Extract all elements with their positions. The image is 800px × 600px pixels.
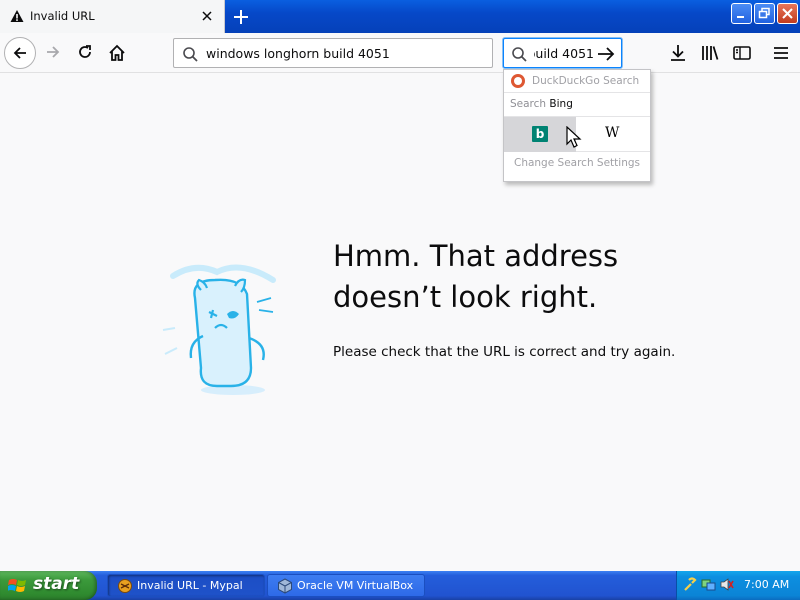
wikipedia-icon: W bbox=[605, 125, 620, 141]
search-icon bbox=[512, 47, 527, 62]
close-window-button[interactable] bbox=[777, 3, 798, 24]
start-button[interactable]: start bbox=[0, 571, 97, 600]
mouse-cursor-icon bbox=[566, 126, 582, 148]
restore-icon bbox=[758, 7, 770, 19]
tray-volume-icon[interactable] bbox=[719, 577, 734, 592]
wikipedia-engine-button[interactable]: W bbox=[577, 117, 650, 152]
error-title: Hmm. That address doesn’t look right. bbox=[333, 239, 619, 314]
search-icon bbox=[183, 47, 198, 62]
restore-button[interactable] bbox=[754, 3, 775, 24]
go-arrow-icon[interactable] bbox=[596, 44, 616, 64]
reload-icon bbox=[79, 45, 91, 58]
minimize-button[interactable] bbox=[731, 3, 752, 24]
bing-icon: b bbox=[532, 126, 548, 142]
taskbar-item-virtualbox[interactable]: Oracle VM VirtualBox bbox=[267, 574, 425, 597]
sidebar-icon[interactable] bbox=[731, 42, 753, 64]
home-icon bbox=[109, 44, 125, 61]
warning-icon bbox=[10, 10, 24, 22]
arrow-left-icon bbox=[13, 47, 26, 59]
duckduckgo-search-label: DuckDuckGo Search bbox=[532, 75, 640, 87]
arrow-right-icon bbox=[47, 46, 60, 58]
forward-button[interactable] bbox=[39, 38, 69, 68]
start-label: start bbox=[33, 574, 80, 594]
duckduckgo-search-row[interactable]: DuckDuckGo Search bbox=[504, 70, 650, 93]
mypal-icon bbox=[118, 579, 132, 593]
reload-button[interactable] bbox=[71, 38, 101, 68]
menu-icon[interactable] bbox=[770, 42, 792, 64]
windows-logo-icon bbox=[8, 579, 26, 592]
taskbar-item-mypal[interactable]: Invalid URL - Mypal bbox=[107, 574, 265, 597]
virtualbox-icon bbox=[278, 578, 292, 594]
url-text: windows longhorn build 4051 bbox=[206, 46, 390, 61]
taskbar: start Invalid URL - Mypal Oracle VM Virt… bbox=[0, 571, 800, 600]
confused-dino-illustration bbox=[162, 264, 276, 395]
search-with-engine: Bing bbox=[549, 98, 573, 110]
clock: 7:00 AM bbox=[744, 578, 790, 591]
error-description: Please check that the URL is correct and… bbox=[333, 344, 676, 360]
close-icon bbox=[782, 8, 793, 19]
duckduckgo-icon bbox=[511, 74, 525, 88]
tab-invalid-url[interactable]: Invalid URL bbox=[0, 0, 225, 33]
taskbar-item-label: Invalid URL - Mypal bbox=[137, 579, 243, 592]
new-tab-icon[interactable] bbox=[231, 7, 251, 27]
minimize-icon bbox=[737, 16, 744, 18]
search-with-prefix: Search bbox=[510, 98, 547, 110]
change-search-settings[interactable]: Change Search Settings bbox=[504, 157, 650, 169]
library-icon[interactable] bbox=[699, 42, 721, 64]
search-with-label: Search Bing bbox=[510, 98, 573, 110]
downloads-icon[interactable] bbox=[667, 42, 689, 64]
close-tab-icon[interactable] bbox=[199, 8, 215, 24]
search-bar[interactable]: build 4051 bbox=[503, 38, 622, 68]
title-bar: Invalid URL bbox=[0, 0, 800, 33]
tray-tools-icon[interactable] bbox=[683, 577, 698, 592]
navigation-toolbar: windows longhorn build 4051 build 4051 bbox=[0, 33, 800, 73]
home-button[interactable] bbox=[102, 38, 132, 68]
tray-network-icon[interactable] bbox=[701, 577, 716, 592]
search-input[interactable]: build 4051 bbox=[534, 46, 594, 61]
taskbar-item-label: Oracle VM VirtualBox bbox=[297, 579, 414, 592]
url-bar[interactable]: windows longhorn build 4051 bbox=[173, 38, 493, 68]
tab-title: Invalid URL bbox=[30, 9, 95, 23]
back-button[interactable] bbox=[4, 37, 36, 69]
system-tray: 7:00 AM bbox=[676, 571, 800, 600]
